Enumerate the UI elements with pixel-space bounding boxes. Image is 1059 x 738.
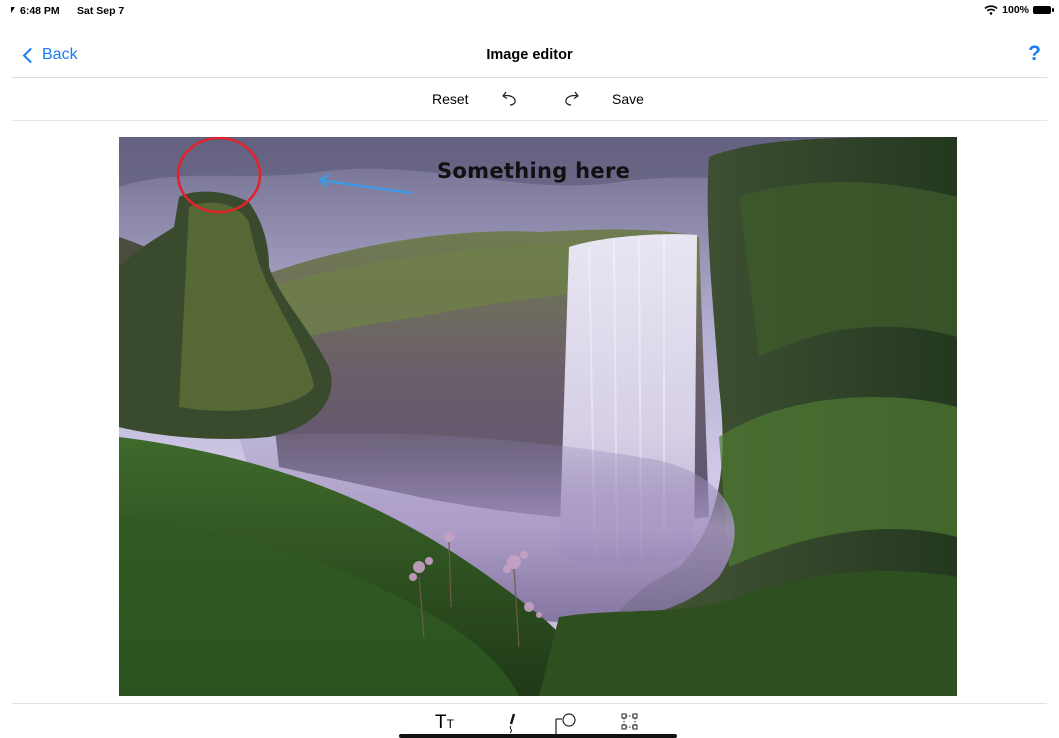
image-canvas[interactable]: Something here (119, 137, 957, 696)
redo-icon[interactable] (562, 89, 580, 107)
pen-icon[interactable] (505, 712, 519, 736)
battery-percentage: 100% (1002, 4, 1029, 16)
status-bar: 6:48 PM Sat Sep 7 100% (0, 0, 1059, 22)
edit-toolbar: Reset Save (0, 78, 1059, 120)
page-title: Image editor (486, 47, 573, 63)
save-button[interactable]: Save (612, 91, 644, 107)
undo-icon[interactable] (501, 89, 519, 107)
battery-icon (1033, 6, 1054, 14)
reset-button[interactable]: Reset (432, 91, 469, 107)
text-tool-icon-small: T (446, 717, 454, 731)
home-indicator (399, 734, 677, 738)
status-corner-icon (11, 7, 15, 13)
tool-bar: TT (0, 704, 1059, 738)
wifi-icon (984, 5, 998, 15)
text-tool-button[interactable]: TT (435, 712, 454, 734)
navigation-bar: Back Image editor ? (0, 34, 1059, 76)
group-icon[interactable] (620, 712, 640, 732)
divider (12, 120, 1047, 121)
text-annotation[interactable]: Something here (437, 159, 630, 183)
help-button[interactable]: ? (1028, 42, 1041, 66)
image-editor-screen: 6:48 PM Sat Sep 7 100% Back Image editor… (0, 0, 1059, 738)
status-time: 6:48 PM (20, 5, 60, 17)
shape-icon[interactable] (554, 712, 580, 736)
text-tool-icon: T (435, 712, 447, 733)
status-date: Sat Sep 7 (77, 5, 125, 17)
status-right: 100% (984, 4, 1054, 16)
waterfall-photo (119, 137, 957, 696)
